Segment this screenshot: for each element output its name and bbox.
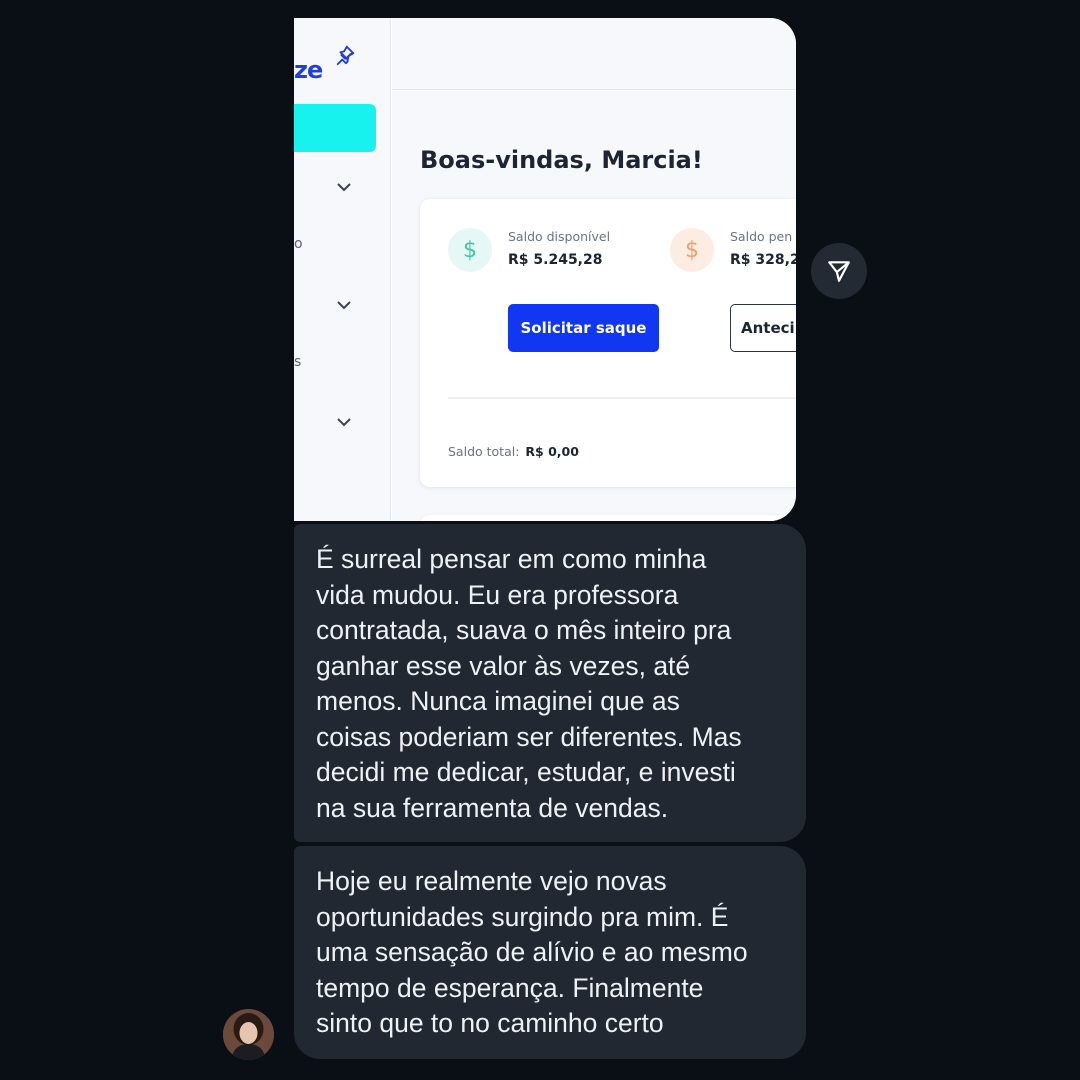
- dollar-icon: $: [448, 228, 492, 272]
- chevron-down-icon[interactable]: [336, 181, 352, 193]
- share-icon: [828, 261, 850, 282]
- dashboard-topbar: [392, 18, 796, 90]
- message-bubble[interactable]: É surreal pensar em como minha vida mudo…: [294, 524, 806, 842]
- shared-screenshot[interactable]: ze o s Boas-vindas, Marcia! $ Saldo disp…: [294, 18, 796, 521]
- sidebar-item-label: o: [294, 236, 303, 252]
- dollar-icon: $: [670, 228, 714, 272]
- secondary-card: [420, 515, 796, 521]
- chevron-down-icon[interactable]: [336, 299, 352, 311]
- share-button[interactable]: [811, 243, 867, 299]
- total-value: R$ 0,00: [525, 444, 579, 459]
- logo: ze: [294, 56, 323, 84]
- divider: [448, 397, 796, 399]
- sidebar-item-label: s: [294, 354, 302, 370]
- balance-label: Saldo pen: [730, 229, 793, 244]
- pin-icon: [336, 45, 355, 66]
- balance-label: Saldo disponível: [508, 229, 611, 244]
- dashboard-sidebar: ze o s: [294, 18, 391, 521]
- page-title: Boas-vindas, Marcia!: [420, 146, 703, 174]
- avatar[interactable]: [223, 1009, 274, 1060]
- balance-value: R$ 328,2: [730, 252, 796, 268]
- total-label: Saldo total:: [448, 444, 520, 459]
- sidebar-item-active[interactable]: [294, 104, 376, 152]
- chevron-down-icon[interactable]: [336, 416, 352, 428]
- chat-view: ze o s Boas-vindas, Marcia! $ Saldo disp…: [0, 0, 1080, 1080]
- total-balance: Saldo total: R$ 0,00: [448, 444, 579, 459]
- advance-button[interactable]: Anteci: [730, 304, 796, 352]
- balance-value: R$ 5.245,28: [508, 252, 603, 268]
- message-bubble[interactable]: Hoje eu realmente vejo novas oportunidad…: [294, 846, 806, 1059]
- withdraw-button[interactable]: Solicitar saque: [508, 304, 659, 352]
- dashboard-content: Boas-vindas, Marcia! $ Saldo disponível …: [392, 91, 796, 521]
- balance-card: $ Saldo disponível R$ 5.245,28 $ Saldo p…: [420, 199, 796, 487]
